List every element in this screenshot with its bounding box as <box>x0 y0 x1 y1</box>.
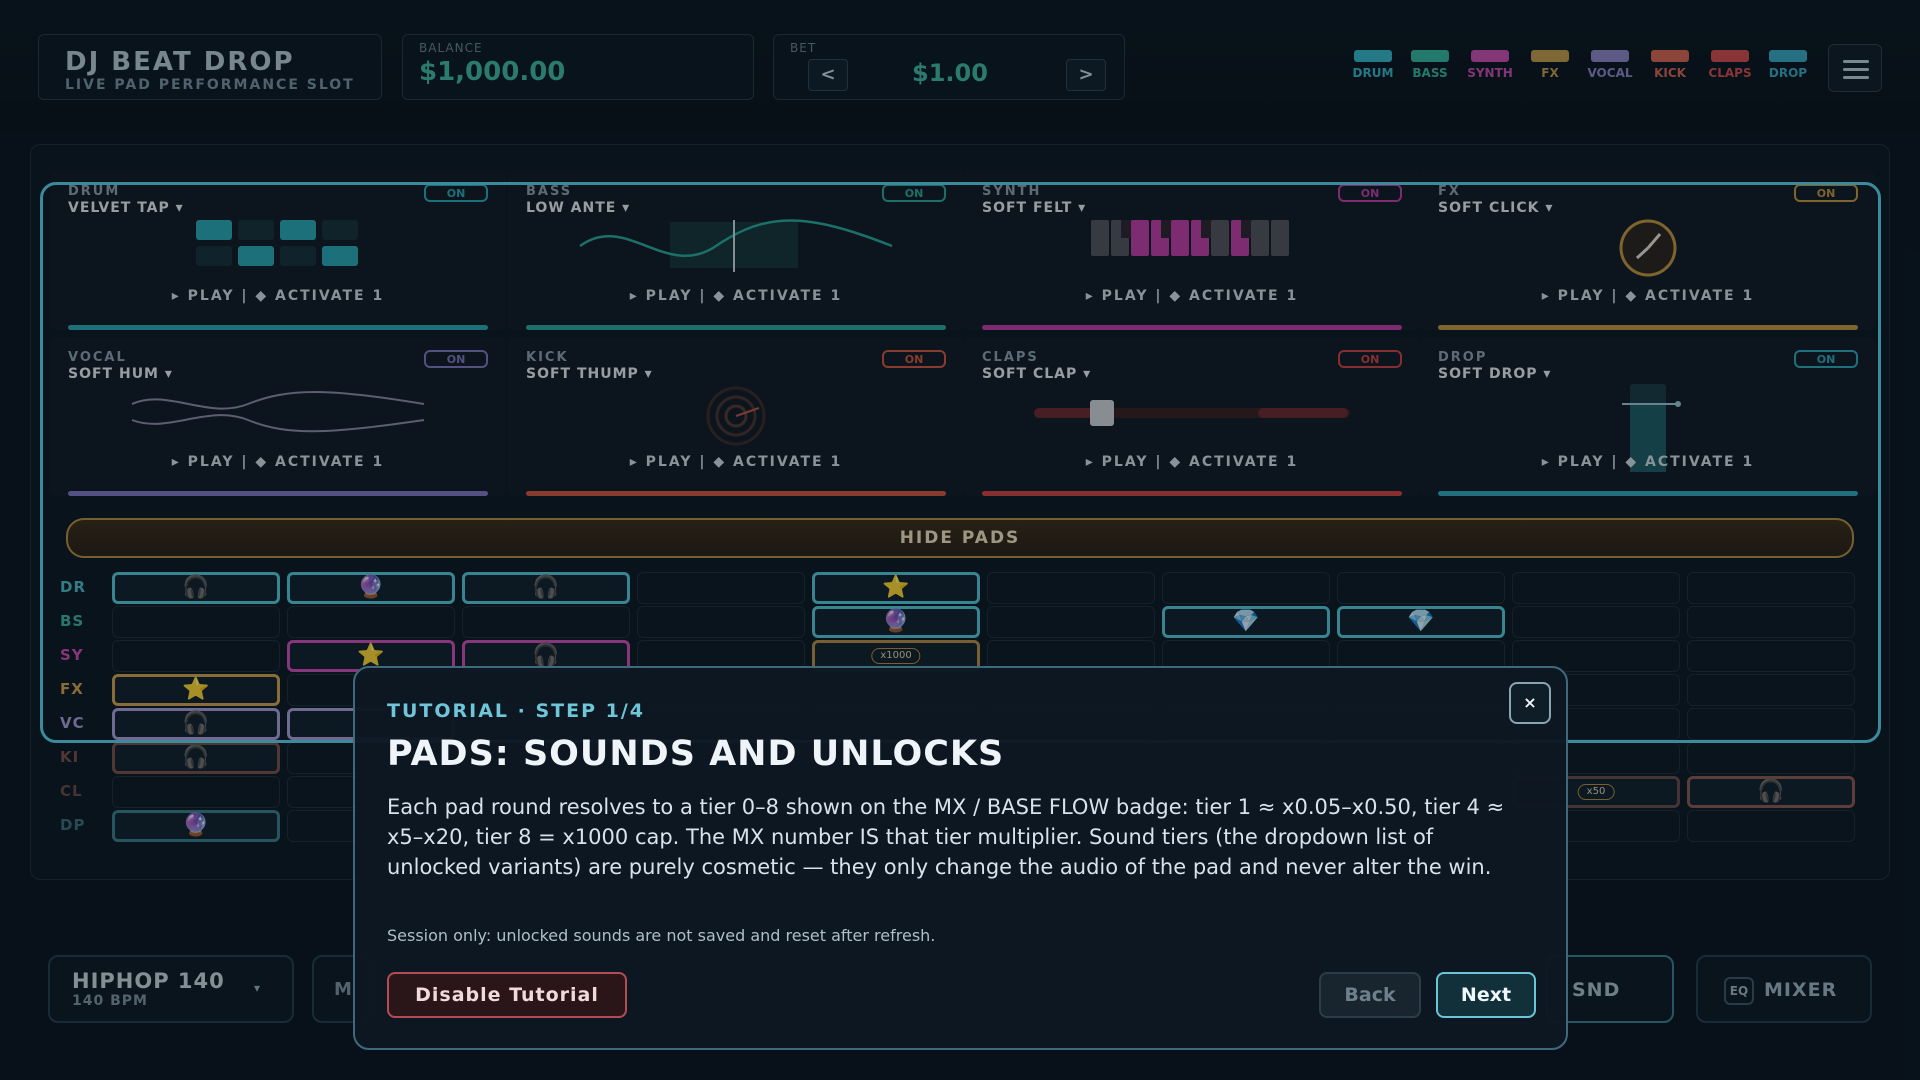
tutorial-body: Each pad round resolves to a tier 0–8 sh… <box>387 795 1505 879</box>
tutorial-step: TUTORIAL · STEP 1/4 <box>387 700 646 722</box>
back-button[interactable]: Back <box>1319 972 1421 1018</box>
next-button[interactable]: Next <box>1436 972 1536 1018</box>
tutorial-note: Session only: unlocked sounds are not sa… <box>387 926 936 945</box>
disable-tutorial-button[interactable]: Disable Tutorial <box>387 972 627 1018</box>
tutorial-dialog: TUTORIAL · STEP 1/4 PADS: SOUNDS AND UNL… <box>353 666 1568 1050</box>
close-icon[interactable]: × <box>1509 682 1551 724</box>
tutorial-heading: PADS: SOUNDS AND UNLOCKS <box>387 734 1005 774</box>
